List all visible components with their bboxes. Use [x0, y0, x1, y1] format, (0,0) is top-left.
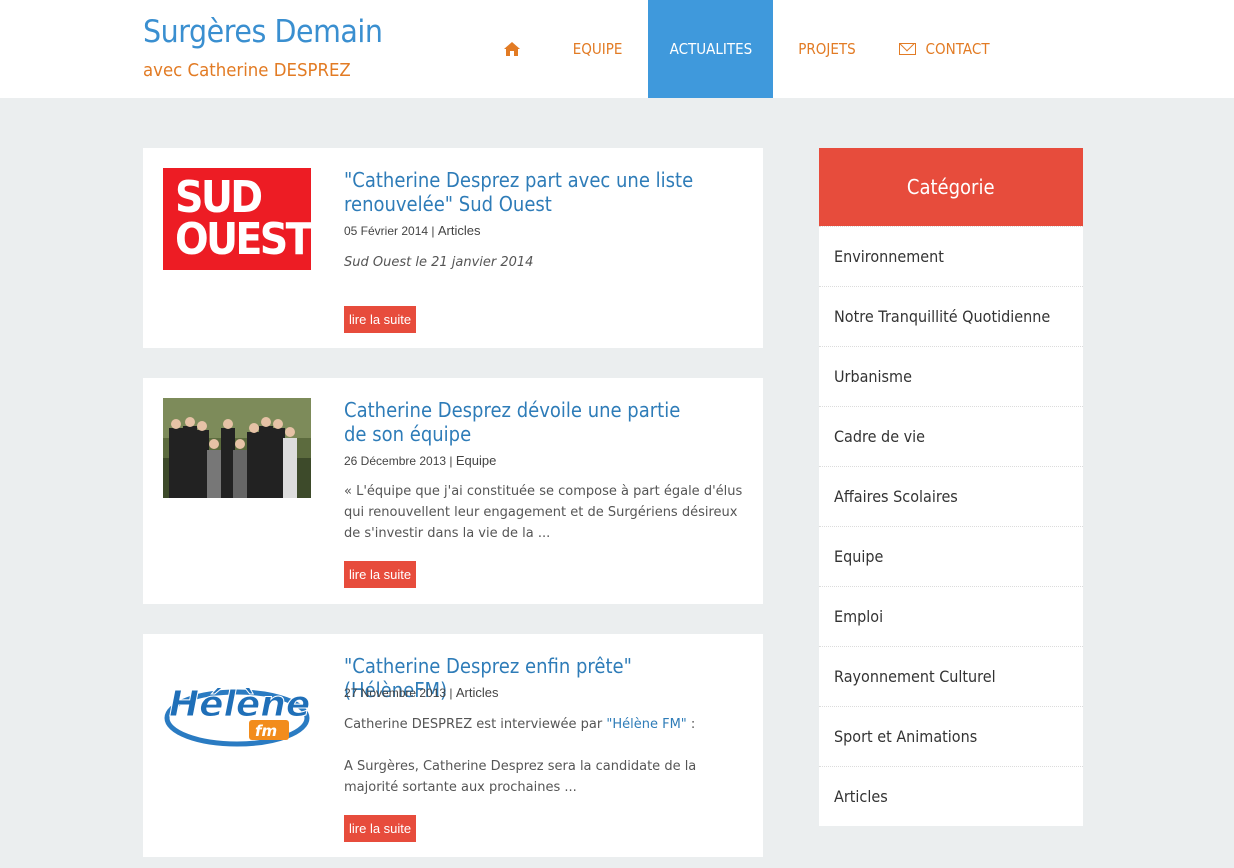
article-meta: 27 Novembre 2013 | Articles: [344, 685, 499, 700]
article-title[interactable]: Catherine Desprez dévoile une partie de …: [344, 398, 704, 446]
envelope-icon: [898, 43, 916, 55]
sidebar-item-label: Rayonnement Culturel: [834, 667, 996, 686]
site-header: Surgères Demain avec Catherine DESPREZ E…: [0, 0, 1234, 98]
nav-projets[interactable]: PROJETS: [787, 0, 867, 98]
sidebar-item-label: Cadre de vie: [834, 427, 926, 446]
read-more-button[interactable]: lire la suite: [344, 561, 417, 588]
sidebar-item-label: Environnement: [834, 247, 944, 266]
meta-separator: |: [449, 686, 453, 700]
home-icon: [504, 42, 520, 56]
helene-fm-logo[interactable]: Hélène fm: [163, 654, 311, 754]
excerpt-text: Catherine DESPREZ est interviewée par: [344, 717, 607, 732]
site-title[interactable]: Surgères Demain: [143, 14, 383, 50]
sidebar-item-cadre-de-vie[interactable]: Cadre de vie: [819, 406, 1083, 466]
logo-text: SUD: [175, 172, 263, 223]
sidebar-item-label: Affaires Scolaires: [834, 487, 958, 506]
logo-text: fm: [255, 722, 277, 740]
sidebar-item-tranquillite[interactable]: Notre Tranquillité Quotidienne: [819, 286, 1083, 346]
sud-ouest-logo[interactable]: SUD OUEST: [163, 168, 313, 270]
nav-home[interactable]: [496, 0, 528, 98]
sidebar-item-label: Emploi: [834, 607, 884, 626]
sidebar-header: Catégorie: [819, 148, 1083, 226]
sidebar-item-articles[interactable]: Articles: [819, 766, 1083, 826]
article-card: SUD OUEST "Catherine Desprez part avec u…: [143, 148, 763, 348]
read-more-button[interactable]: lire la suite: [344, 815, 417, 842]
article-meta: 05 Février 2014 | Articles: [344, 223, 480, 238]
logo-text: Hélène: [169, 684, 310, 725]
article-date: 27 Novembre 2013: [344, 686, 447, 700]
nav-actualites-label: ACTUALITES: [669, 40, 752, 58]
sidebar-item-label: Equipe: [834, 547, 884, 566]
article-meta: 26 Décembre 2013 | Equipe: [344, 453, 496, 468]
nav-contact-label: CONTACT: [925, 40, 990, 58]
team-photo[interactable]: [163, 398, 311, 498]
article-excerpt: « L'équipe que j'ai constituée se compos…: [344, 484, 743, 541]
sidebar-item-environnement[interactable]: Environnement: [819, 226, 1083, 286]
sidebar-item-affaires-scolaires[interactable]: Affaires Scolaires: [819, 466, 1083, 526]
article-card: Hélène fm "Catherine Desprez enfin prête…: [143, 634, 763, 857]
article-category[interactable]: Articles: [456, 685, 499, 700]
article-date: 05 Février 2014: [344, 224, 429, 238]
nav-contact[interactable]: CONTACT: [896, 0, 996, 98]
sidebar-item-rayonnement-culturel[interactable]: Rayonnement Culturel: [819, 646, 1083, 706]
meta-separator: |: [431, 224, 435, 238]
sidebar-item-sport-animations[interactable]: Sport et Animations: [819, 706, 1083, 766]
article-title[interactable]: "Catherine Desprez part avec une liste r…: [344, 168, 704, 216]
article-category[interactable]: Equipe: [456, 453, 496, 468]
article-card: Catherine Desprez dévoile une partie de …: [143, 378, 763, 604]
article-excerpt: A Surgères, Catherine Desprez sera la ca…: [344, 759, 697, 795]
sidebar-item-urbanisme[interactable]: Urbanisme: [819, 346, 1083, 406]
article-excerpt: Sud Ouest le 21 janvier 2014: [344, 255, 534, 270]
excerpt-link[interactable]: "Hélène FM": [606, 717, 686, 732]
sidebar-item-label: Notre Tranquillité Quotidienne: [834, 307, 1051, 326]
article-date: 26 Décembre 2013: [344, 454, 447, 468]
sidebar-item-label: Urbanisme: [834, 367, 912, 386]
sidebar-title: Catégorie: [907, 175, 995, 199]
article-excerpt: Catherine DESPREZ est interviewée par "H…: [344, 714, 754, 735]
category-sidebar: Catégorie Environnement Notre Tranquilli…: [819, 148, 1083, 826]
sidebar-item-label: Sport et Animations: [834, 727, 978, 746]
sidebar-item-emploi[interactable]: Emploi: [819, 586, 1083, 646]
nav-equipe-label: EQUIPE: [573, 40, 623, 58]
meta-separator: |: [449, 454, 453, 468]
logo-text: OUEST: [175, 214, 313, 265]
nav-actualites[interactable]: ACTUALITES: [648, 0, 773, 98]
excerpt-text: :: [686, 717, 696, 732]
site-subtitle: avec Catherine DESPREZ: [143, 60, 351, 81]
nav-equipe[interactable]: EQUIPE: [562, 0, 634, 98]
read-more-button[interactable]: lire la suite: [344, 306, 417, 333]
sidebar-item-equipe[interactable]: Equipe: [819, 526, 1083, 586]
nav-projets-label: PROJETS: [798, 40, 856, 58]
sidebar-item-label: Articles: [834, 787, 888, 806]
article-category[interactable]: Articles: [438, 223, 481, 238]
